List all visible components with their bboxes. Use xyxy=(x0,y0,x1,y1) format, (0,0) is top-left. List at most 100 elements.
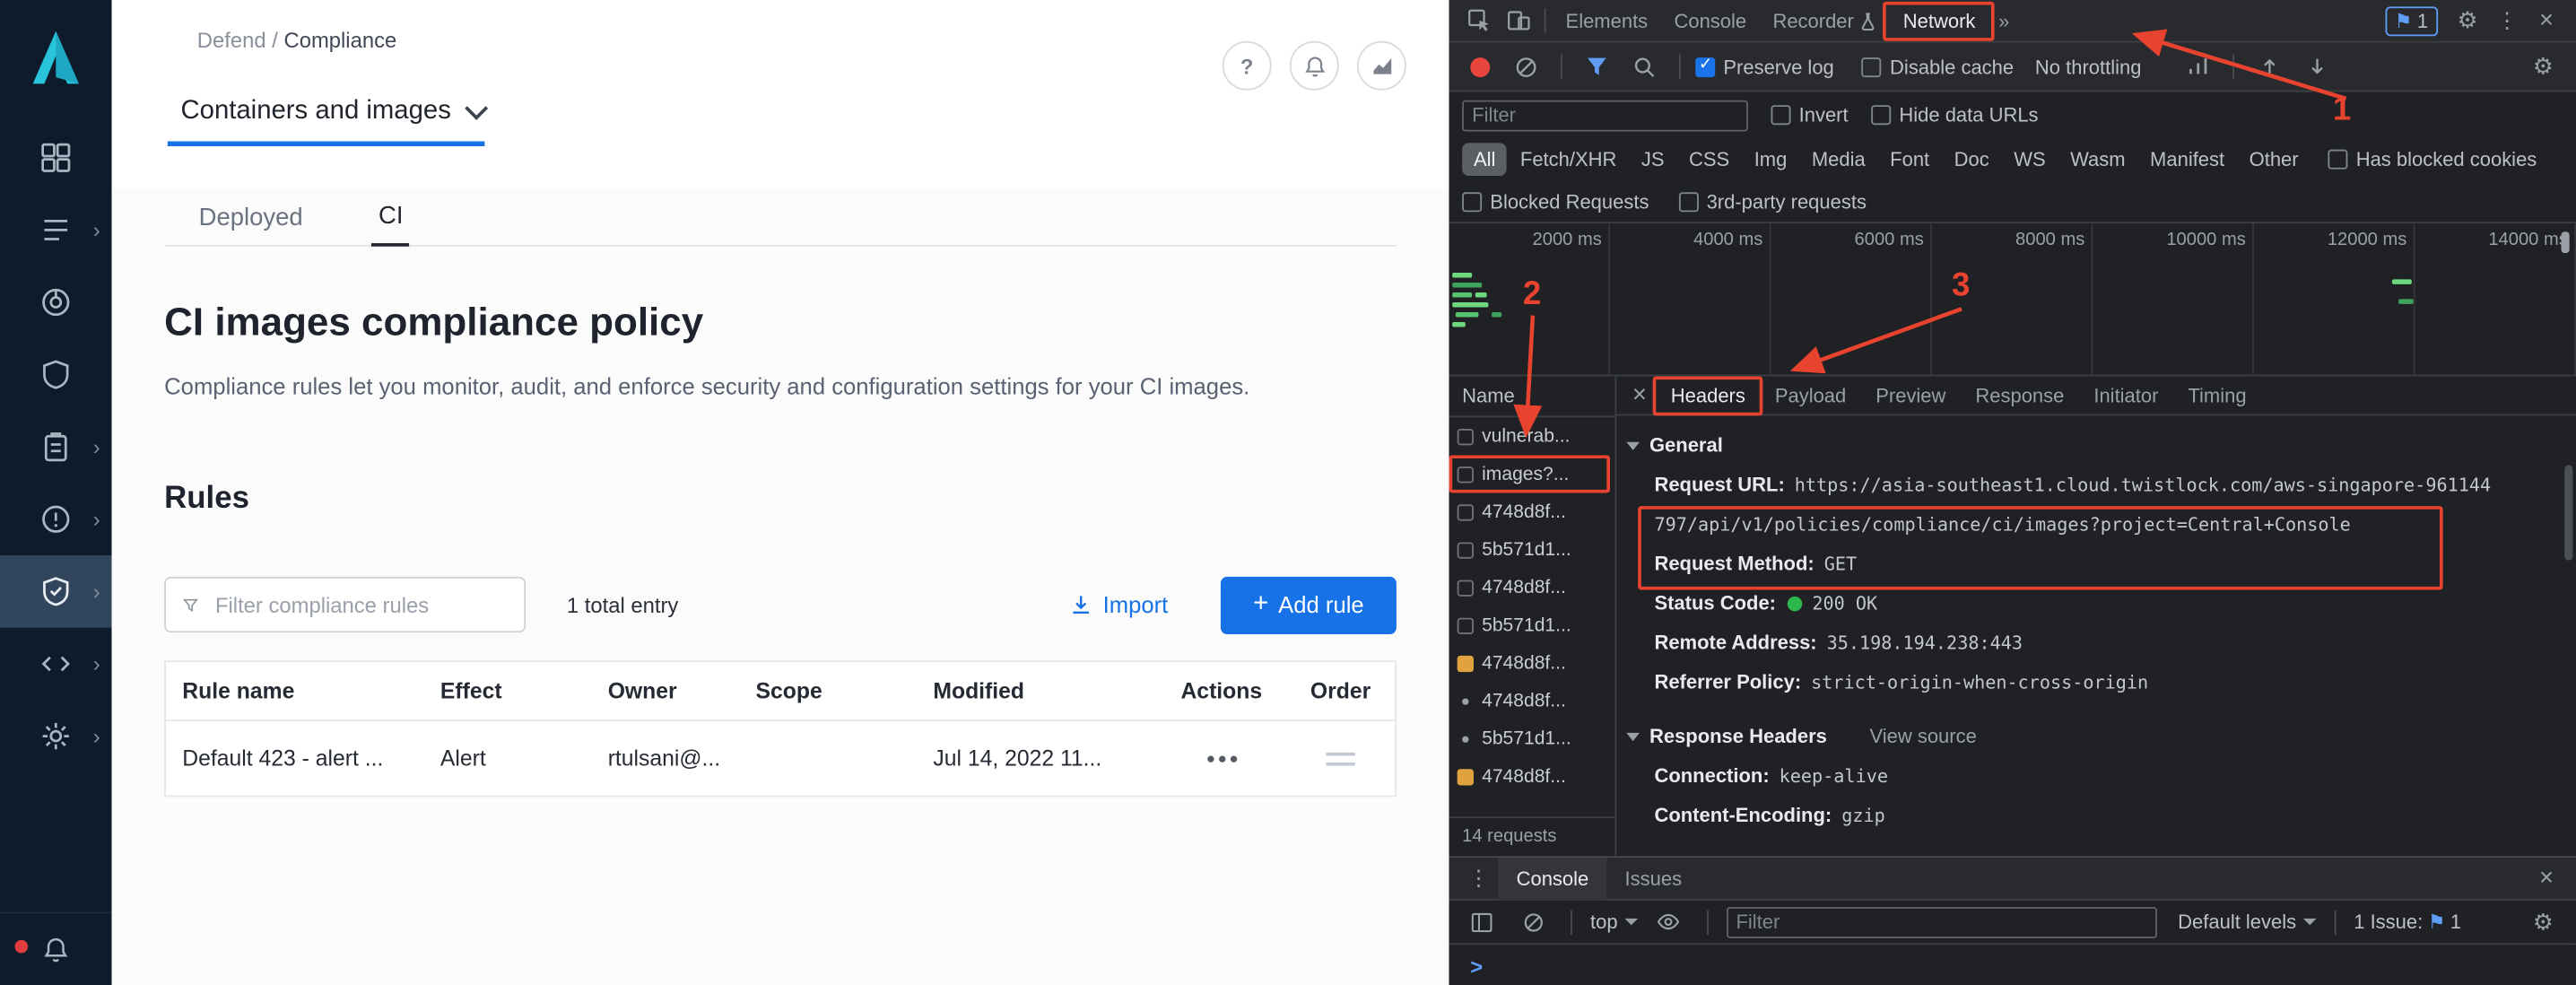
breadcrumb-parent[interactable]: Defend xyxy=(197,28,266,52)
rules-filter-input[interactable] xyxy=(212,590,508,618)
row-actions-button[interactable] xyxy=(1206,755,1236,762)
import-har-icon[interactable] xyxy=(2250,48,2289,84)
details-tab-payload[interactable]: Payload xyxy=(1760,376,1860,414)
sidebar-notifications[interactable] xyxy=(0,911,112,985)
tab-ci[interactable]: CI xyxy=(372,189,410,247)
sidebar-item-shield[interactable] xyxy=(0,338,112,411)
details-tab-response[interactable]: Response xyxy=(1961,376,2079,414)
network-settings-icon[interactable] xyxy=(2523,48,2563,84)
drawer-tab-issues[interactable]: Issues xyxy=(1606,857,1700,900)
disable-cache-checkbox[interactable]: Disable cache xyxy=(1862,55,2014,78)
filter-chip-manifest[interactable]: Manifest xyxy=(2138,143,2236,176)
console-filter-input[interactable] xyxy=(1726,906,2156,937)
filter-chip-fetch-xhr[interactable]: Fetch/XHR xyxy=(1509,143,1628,176)
throttling-select[interactable]: No throttling xyxy=(2035,55,2142,78)
sidebar-item-compliance[interactable] xyxy=(0,411,112,484)
inspect-element-icon[interactable] xyxy=(1458,3,1498,39)
console-messages-badge[interactable]: 1 xyxy=(2385,5,2438,35)
search-icon[interactable] xyxy=(1624,48,1664,84)
cell-rule-name[interactable]: Default 423 - alert ... xyxy=(166,746,440,771)
devtools-close-icon[interactable] xyxy=(2527,3,2566,39)
details-tab-timing[interactable]: Timing xyxy=(2173,376,2261,414)
view-source-link[interactable]: View source xyxy=(1869,725,1976,748)
sidebar-item-dashboard[interactable] xyxy=(0,122,112,195)
sidebar-item-radar[interactable] xyxy=(0,266,112,339)
details-tab-headers[interactable]: Headers xyxy=(1656,376,1760,414)
invert-checkbox[interactable]: Invert xyxy=(1771,103,1848,126)
filter-chip-js[interactable]: JS xyxy=(1630,143,1675,176)
log-levels-select[interactable]: Default levels xyxy=(2178,911,2316,934)
console-sidebar-icon[interactable] xyxy=(1462,903,1501,939)
filter-chip-doc[interactable]: Doc xyxy=(1943,143,2001,176)
filter-chip-font[interactable]: Font xyxy=(1878,143,1941,176)
filter-chip-other[interactable]: Other xyxy=(2238,143,2311,176)
filter-chip-img[interactable]: Img xyxy=(1743,143,1798,176)
filter-chip-wasm[interactable]: Wasm xyxy=(2058,143,2137,176)
blocked-requests-checkbox[interactable]: Blocked Requests xyxy=(1462,190,1649,214)
tab-deployed[interactable]: Deployed xyxy=(192,189,309,245)
network-filter-input[interactable] xyxy=(1462,100,1748,131)
devtools-tab-network[interactable]: Network xyxy=(1890,0,1989,42)
sidebar-item-settings[interactable] xyxy=(0,700,112,772)
sidebar-item-policies[interactable] xyxy=(0,194,112,266)
request-row[interactable]: 4748d8f... xyxy=(1449,569,1614,606)
filter-chip-ws[interactable]: WS xyxy=(2002,143,2057,176)
record-button[interactable] xyxy=(1470,57,1490,76)
table-row[interactable]: Default 423 - alert ... Alert rtulsani@.… xyxy=(166,721,1395,795)
network-conditions-icon[interactable] xyxy=(2180,48,2219,84)
scope-selector[interactable]: Containers and images xyxy=(180,97,483,126)
request-checkbox[interactable] xyxy=(1458,466,1474,482)
clear-console-icon[interactable] xyxy=(1513,903,1553,939)
devtools-tab-console[interactable]: Console xyxy=(1661,0,1760,42)
request-checkbox[interactable] xyxy=(1458,503,1474,519)
console-context-select[interactable]: top xyxy=(1590,911,1638,934)
import-button[interactable]: Import xyxy=(1070,591,1168,617)
request-row[interactable]: vulnerab... xyxy=(1449,417,1614,455)
issues-counter[interactable]: 1 Issue: 1 xyxy=(2354,911,2461,934)
export-har-icon[interactable] xyxy=(2297,48,2337,84)
devtools-tab-recorder[interactable]: Recorder xyxy=(1760,0,1890,42)
sidebar-item-alerts[interactable] xyxy=(0,483,112,555)
drawer-tab-console[interactable]: Console xyxy=(1498,857,1606,900)
scrollbar-thumb[interactable] xyxy=(2562,231,2570,253)
prisma-cloud-logo[interactable] xyxy=(18,16,93,99)
console-settings-icon[interactable] xyxy=(2523,903,2563,939)
console-prompt[interactable] xyxy=(1449,945,2575,985)
drawer-close-icon[interactable] xyxy=(2527,860,2566,896)
devtools-tab-elements[interactable]: Elements xyxy=(1553,0,1661,42)
request-checkbox[interactable] xyxy=(1458,580,1474,596)
general-section-toggle[interactable]: General xyxy=(1616,425,2576,465)
request-row[interactable]: 5b571d1... xyxy=(1449,719,1614,757)
third-party-requests-checkbox[interactable]: 3rd-party requests xyxy=(1678,190,1867,214)
request-checkbox[interactable] xyxy=(1458,617,1474,633)
request-row[interactable]: 4748d8f... xyxy=(1449,644,1614,682)
more-tabs-icon[interactable] xyxy=(1989,9,2019,32)
filter-funnel-icon[interactable] xyxy=(1577,48,1616,84)
add-rule-button[interactable]: + Add rule xyxy=(1221,576,1397,633)
request-row[interactable]: 4748d8f... xyxy=(1449,492,1614,530)
drawer-menu-icon[interactable] xyxy=(1458,860,1498,896)
request-row[interactable]: 5b571d1... xyxy=(1449,606,1614,644)
device-toolbar-icon[interactable] xyxy=(1498,3,1537,39)
details-tab-initiator[interactable]: Initiator xyxy=(2079,376,2173,414)
filter-chip-media[interactable]: Media xyxy=(1800,143,1877,176)
usage-button[interactable] xyxy=(1357,41,1406,91)
eye-icon[interactable] xyxy=(1649,903,1688,939)
notifications-button[interactable] xyxy=(1290,41,1339,91)
request-checkbox[interactable] xyxy=(1458,428,1474,444)
devtools-settings-icon[interactable] xyxy=(2448,3,2487,39)
response-headers-section-toggle[interactable]: Response Headers View source xyxy=(1616,717,2576,756)
rules-filter[interactable] xyxy=(164,577,526,632)
scrollbar-thumb[interactable] xyxy=(2564,465,2572,560)
request-row[interactable]: 4748d8f... xyxy=(1449,682,1614,719)
network-overview-timeline[interactable]: 2000 ms 4000 ms 6000 ms 8000 ms 10000 ms… xyxy=(1449,223,2575,376)
help-button[interactable] xyxy=(1223,41,1272,91)
hide-data-urls-checkbox[interactable]: Hide data URLs xyxy=(1871,103,2038,126)
close-details-icon[interactable] xyxy=(1623,381,1657,409)
devtools-menu-icon[interactable] xyxy=(2487,3,2527,39)
clear-network-log-icon[interactable] xyxy=(1507,48,1546,84)
filter-chip-css[interactable]: CSS xyxy=(1677,143,1741,176)
request-row[interactable]: 5b571d1... xyxy=(1449,531,1614,569)
filter-chip-all[interactable]: All xyxy=(1462,143,1507,176)
sidebar-item-code[interactable] xyxy=(0,628,112,701)
